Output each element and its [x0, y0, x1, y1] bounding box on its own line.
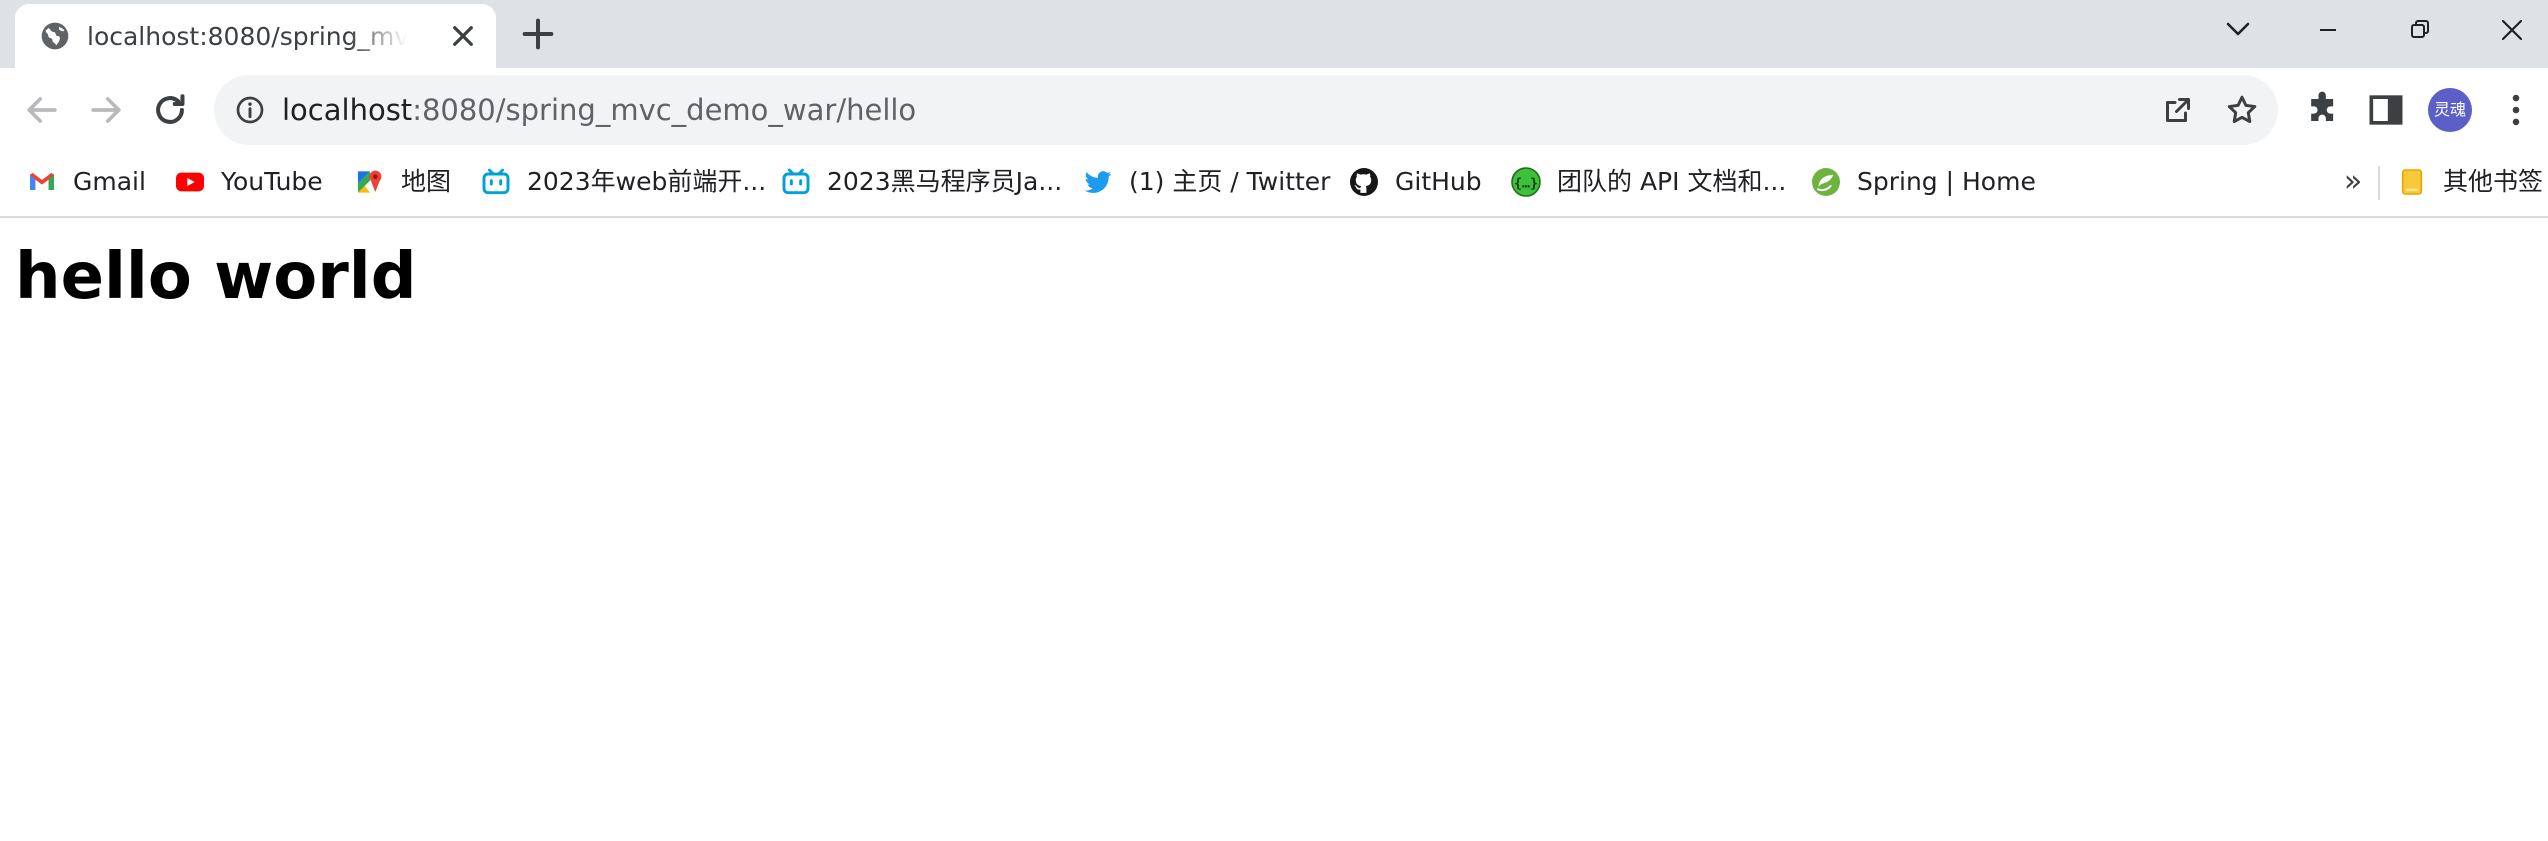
arrow-right-icon[interactable]	[84, 88, 128, 132]
reload-icon[interactable]	[148, 88, 192, 132]
page-content: hello world	[0, 218, 2548, 841]
twitter-icon	[1084, 171, 1112, 193]
bookmark-label: 2023年web前端开...	[527, 167, 767, 196]
address-bar[interactable]: localhost:8080/spring_mvc_demo_war/hello	[214, 75, 2278, 145]
url-path: :8080/spring_mvc_demo_war/hello	[412, 93, 917, 127]
bookmarks-divider	[2378, 166, 2380, 200]
bookmark-label: (1) 主页 / Twitter	[1129, 167, 1331, 196]
globe-icon	[41, 22, 69, 50]
arrow-left-icon[interactable]	[20, 88, 64, 132]
share-icon[interactable]	[2160, 92, 2196, 128]
maps-icon	[358, 170, 382, 193]
bookmark-web-frontend[interactable]: 2023年web前端开...	[480, 162, 766, 202]
bookmarks-bar: Gmail YouTube 地图 2023年web前端开... 2023黑马程序…	[0, 152, 2548, 218]
close-window-icon[interactable]	[2472, 8, 2548, 52]
bookmark-label: YouTube	[221, 167, 323, 196]
kebab-menu-icon[interactable]	[2494, 88, 2538, 132]
bilibili-icon	[482, 168, 510, 195]
spring-icon	[1812, 168, 1840, 196]
active-tab[interactable]: localhost:8080/spring_mvc_demo_war/hello	[15, 4, 496, 68]
api-icon: {…}	[1511, 167, 1541, 197]
bookmark-twitter[interactable]: (1) 主页 / Twitter	[1082, 162, 1330, 202]
bookmark-label: 团队的 API 文档和...	[1557, 167, 1787, 196]
plus-icon[interactable]	[518, 14, 558, 54]
bookmark-label: Spring | Home	[1857, 167, 2036, 196]
bookmark-github[interactable]: GitHub	[1348, 162, 1482, 202]
browser-toolbar: localhost:8080/spring_mvc_demo_war/hello…	[0, 68, 2548, 152]
youtube-icon	[176, 172, 204, 192]
bookmark-label: 2023黑马程序员Ja...	[827, 167, 1063, 196]
chevron-down-icon[interactable]	[2198, 8, 2278, 52]
puzzle-icon[interactable]	[2302, 88, 2346, 132]
github-icon	[1350, 168, 1378, 196]
bookmark-label: 地图	[401, 167, 452, 196]
url-host: localhost	[282, 93, 413, 127]
info-icon[interactable]	[234, 94, 266, 126]
avatar[interactable]: 灵魂	[2428, 88, 2472, 132]
other-bookmarks-label: 其他书签	[2443, 167, 2544, 196]
bookmark-api-docs[interactable]: {…} 团队的 API 文档和...	[1510, 162, 1786, 202]
svg-text:{…}: {…}	[1514, 176, 1538, 191]
bookmark-label: Gmail	[73, 167, 146, 196]
other-bookmarks[interactable]: 其他书签	[2396, 162, 2543, 202]
page-heading: hello world	[15, 240, 417, 314]
bookmark-maps[interactable]: 地图	[354, 162, 451, 202]
minimize-icon[interactable]	[2288, 8, 2368, 52]
bookmark-gmail[interactable]: Gmail	[26, 162, 146, 202]
bookmark-spring[interactable]: Spring | Home	[1810, 162, 2036, 202]
bookmark-label: GitHub	[1395, 167, 1482, 196]
close-icon[interactable]	[445, 18, 481, 54]
bookmarks-overflow-button[interactable]: »	[2336, 162, 2370, 202]
star-icon[interactable]	[2224, 92, 2260, 128]
tab-strip: localhost:8080/spring_mvc_demo_war/hello	[0, 0, 2548, 68]
bilibili-icon	[782, 168, 810, 195]
folder-icon	[2401, 169, 2423, 195]
bookmark-heima-java[interactable]: 2023黑马程序员Ja...	[780, 162, 1062, 202]
gmail-icon	[30, 172, 54, 190]
url-text[interactable]: localhost:8080/spring_mvc_demo_war/hello	[282, 91, 916, 129]
tab-title: localhost:8080/spring_mvc_demo_war/hello	[87, 22, 407, 51]
side-panel-icon[interactable]	[2364, 88, 2408, 132]
restore-icon[interactable]	[2380, 8, 2460, 52]
bookmark-youtube[interactable]: YouTube	[174, 162, 323, 202]
